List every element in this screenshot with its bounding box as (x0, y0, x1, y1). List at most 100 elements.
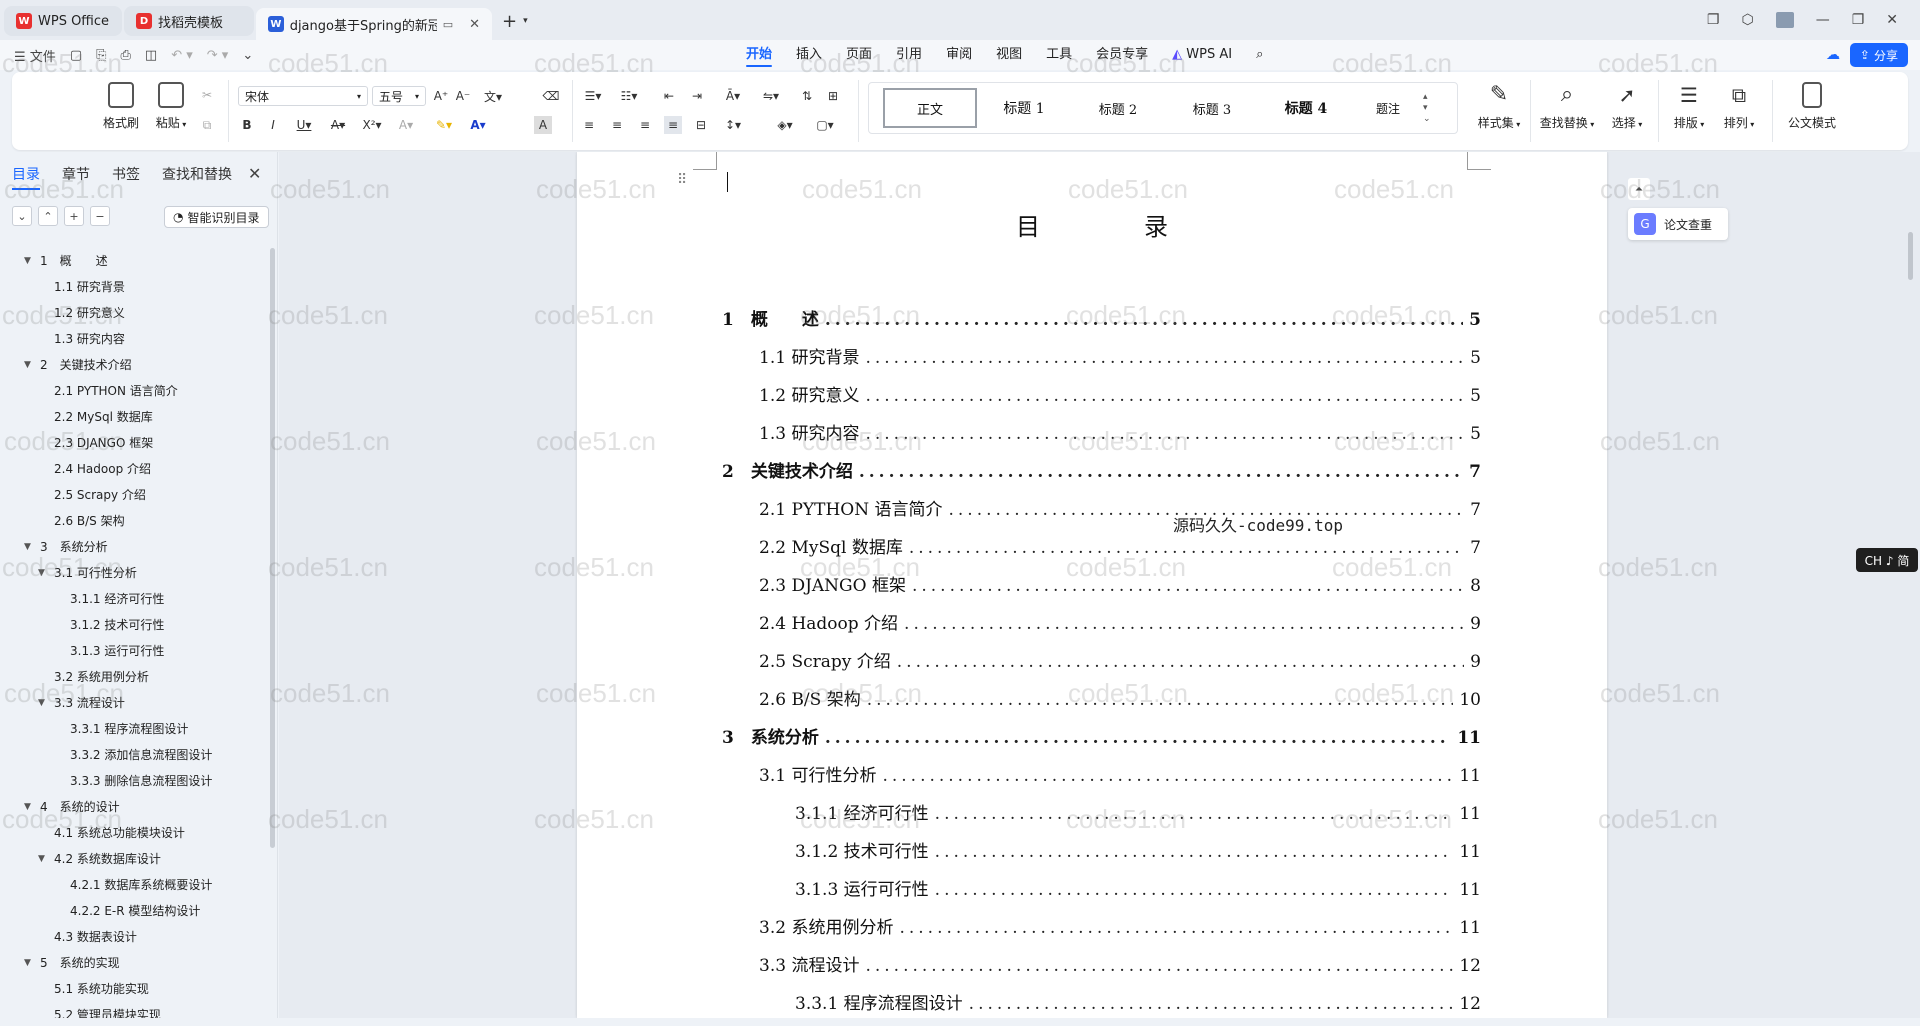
document-page[interactable]: ⠿ 目 录 1 概 述.............................… (577, 152, 1607, 1018)
bullet-list-icon[interactable]: ☰▾ (580, 87, 606, 105)
tab-wps-office[interactable]: W WPS Office (4, 6, 122, 36)
expand-arrow-icon[interactable]: ▼ (24, 352, 31, 378)
expand-arrow-icon[interactable]: ▼ (38, 690, 45, 716)
tab-bookmarks[interactable]: 书签 (112, 164, 140, 184)
style-heading-1[interactable]: 标题 1 (977, 88, 1071, 128)
thesis-check-button[interactable]: G 论文查重 (1628, 208, 1728, 240)
outline-item[interactable]: 1.2 研究意义 (0, 300, 270, 326)
numbered-list-icon[interactable]: ☷▾ (616, 87, 642, 105)
show-marks-icon[interactable]: ⊞ (824, 87, 842, 105)
toc-entry[interactable]: 1 概 述...................................… (577, 300, 1607, 330)
toc-entry[interactable]: 1.1 研究背景................................… (577, 338, 1607, 368)
expand-arrow-icon[interactable]: ▼ (38, 560, 45, 586)
align-center-icon[interactable]: ≡ (608, 116, 626, 134)
outline-item[interactable]: 3.1.1 经济可行性 (0, 586, 270, 612)
phonetic-icon[interactable]: 文▾ (478, 87, 508, 105)
cube-icon[interactable]: ⬡ (1741, 12, 1753, 28)
paste-button[interactable]: 粘贴 ▾ (146, 82, 196, 131)
ribbon-tab-home[interactable]: 开始 (734, 40, 784, 70)
style-set-button[interactable]: ✎ 样式集 ▾ (1474, 82, 1524, 131)
toc-entry[interactable]: 2.4 Hadoop 介绍...........................… (577, 604, 1607, 634)
outline-item[interactable]: ▼ 3 系统分析 (0, 534, 270, 560)
outline-item[interactable]: 2.1 PYTHON 语言简介 (0, 378, 270, 404)
outline-item[interactable]: 1.1 研究背景 (0, 274, 270, 300)
style-heading-3[interactable]: 标题 3 (1165, 88, 1259, 128)
toc-entry[interactable]: 2.5 Scrapy 介绍...........................… (577, 642, 1607, 672)
expand-arrow-icon[interactable]: ▼ (38, 846, 45, 872)
toc-entry[interactable]: 1.2 研究意义................................… (577, 376, 1607, 406)
drag-handle-icon[interactable]: ⠿ (677, 172, 687, 188)
decrease-indent-icon[interactable]: ⇤ (660, 87, 678, 105)
distribute-icon[interactable]: ⊟ (692, 116, 710, 134)
avatar[interactable] (1775, 12, 1794, 28)
toc-entry[interactable]: 1.3 研究内容................................… (577, 414, 1607, 444)
close-pane-icon[interactable]: ✕ (248, 164, 261, 183)
outline-item[interactable]: ▼ 4 系统的设计 (0, 794, 270, 820)
more-icon[interactable]: ⌄ (242, 48, 253, 63)
font-name-select[interactable]: 宋体 ▾ (238, 86, 368, 106)
font-size-select[interactable]: 五号 ▾ (372, 86, 426, 106)
outline-item[interactable]: 2.4 Hadoop 介绍 (0, 456, 270, 482)
share-button[interactable]: ⇪ 分享 (1849, 43, 1908, 67)
expand-arrow-icon[interactable]: ▼ (24, 534, 31, 560)
outline-item[interactable]: 3.3.2 添加信息流程图设计 (0, 742, 270, 768)
toc-entry[interactable]: 3.1.2 技术可行性.............................… (577, 832, 1607, 862)
shading-icon[interactable]: ◈▾ (772, 116, 798, 134)
char-shading-icon[interactable]: A (534, 116, 552, 134)
tab-find-replace[interactable]: 查找和替换 (162, 164, 232, 184)
toc-entry[interactable]: 3.3 流程设计................................… (577, 946, 1607, 976)
cut-icon[interactable]: ✂ (198, 86, 216, 104)
superscript-icon[interactable]: X²▾ (358, 116, 386, 134)
toc-entry[interactable]: 3.1.1 经济可行性.............................… (577, 794, 1607, 824)
select-button[interactable]: ➚ 选择 ▾ (1602, 82, 1652, 131)
toc-entry[interactable]: 3.1.3 运行可行性.............................… (577, 870, 1607, 900)
window-tile-icon[interactable]: ❐ (1707, 12, 1720, 28)
outline-item[interactable]: 2.5 Scrapy 介绍 (0, 482, 270, 508)
layout-button[interactable]: ☰ 排版 ▾ (1664, 82, 1714, 131)
outline-item[interactable]: 3.3.3 删除信息流程图设计 (0, 768, 270, 794)
outline-item[interactable]: 5.1 系统功能实现 (0, 976, 270, 1002)
expand-arrow-icon[interactable]: ▼ (24, 950, 31, 976)
font-color-icon[interactable]: A▾ (464, 116, 492, 134)
chinese-layout-icon[interactable]: ⇋▾ (758, 87, 784, 105)
expand-arrow-icon[interactable]: ▼ (24, 794, 31, 820)
justify-icon[interactable]: ≡ (664, 116, 682, 134)
outline-item[interactable]: 2.3 DJANGO 框架 (0, 430, 270, 456)
ribbon-tab-view[interactable]: 视图 (984, 40, 1034, 70)
toc-entry[interactable]: 2.3 DJANGO 框架...........................… (577, 566, 1607, 596)
ribbon-tab-member[interactable]: 会员专享 (1084, 40, 1160, 70)
toc-entry[interactable]: 2.2 MySql 数据库...........................… (577, 528, 1607, 558)
wps-ai-button[interactable]: ◭ WPS AI (1160, 40, 1244, 70)
search-icon[interactable]: ⌕ (1244, 40, 1275, 70)
outline-item[interactable]: 2.2 MySql 数据库 (0, 404, 270, 430)
toc-entry[interactable]: 3.3.1 程序流程图设计...........................… (577, 984, 1607, 1014)
increase-indent-icon[interactable]: ⇥ (688, 87, 706, 105)
align-right-icon[interactable]: ≡ (636, 116, 654, 134)
bold-icon[interactable]: B (238, 116, 256, 134)
collapse-panel-icon[interactable]: ⏶ (1628, 178, 1650, 200)
text-direction-icon[interactable]: Ā▾ (720, 87, 746, 105)
remove-icon[interactable]: − (90, 206, 110, 226)
tab-document[interactable]: W django基于Spring的新冠肺 ▭ ✕ (256, 8, 492, 40)
outline-item[interactable]: ▼ 3.3 流程设计 (0, 690, 270, 716)
outline-item[interactable]: 1.3 研究内容 (0, 326, 270, 352)
ribbon-tab-page[interactable]: 页面 (834, 40, 884, 70)
toc-entry[interactable]: 3.1 可行性分析...............................… (577, 756, 1607, 786)
file-menu[interactable]: ☰ 文件 (14, 46, 56, 65)
export-icon[interactable]: ⎘ (96, 48, 106, 63)
outline-item[interactable]: 2.6 B/S 架构 (0, 508, 270, 534)
ime-indicator[interactable]: CH ♪ 简 (1856, 548, 1918, 572)
ribbon-tab-insert[interactable]: 插入 (784, 40, 834, 70)
smart-toc-button[interactable]: ◔ 智能识别目录 (164, 206, 269, 228)
toc-entry[interactable]: 3.2 系统用例分析..............................… (577, 908, 1607, 938)
sort-icon[interactable]: ⇅ (798, 87, 816, 105)
clear-format-icon[interactable]: ⌫ (542, 87, 560, 105)
expand-icon[interactable]: ⌃ (38, 206, 58, 226)
outline-item[interactable]: 4.3 数据表设计 (0, 924, 270, 950)
outline-item[interactable]: 3.3.1 程序流程图设计 (0, 716, 270, 742)
line-spacing-icon[interactable]: ↕▾ (720, 116, 746, 134)
new-tab-icon[interactable]: + ▾ (494, 6, 536, 36)
outline-item[interactable]: 4.1 系统总功能模块设计 (0, 820, 270, 846)
toc-entry[interactable]: 3 系统分析..................................… (577, 718, 1607, 748)
style-normal[interactable]: 正文 (883, 88, 977, 128)
